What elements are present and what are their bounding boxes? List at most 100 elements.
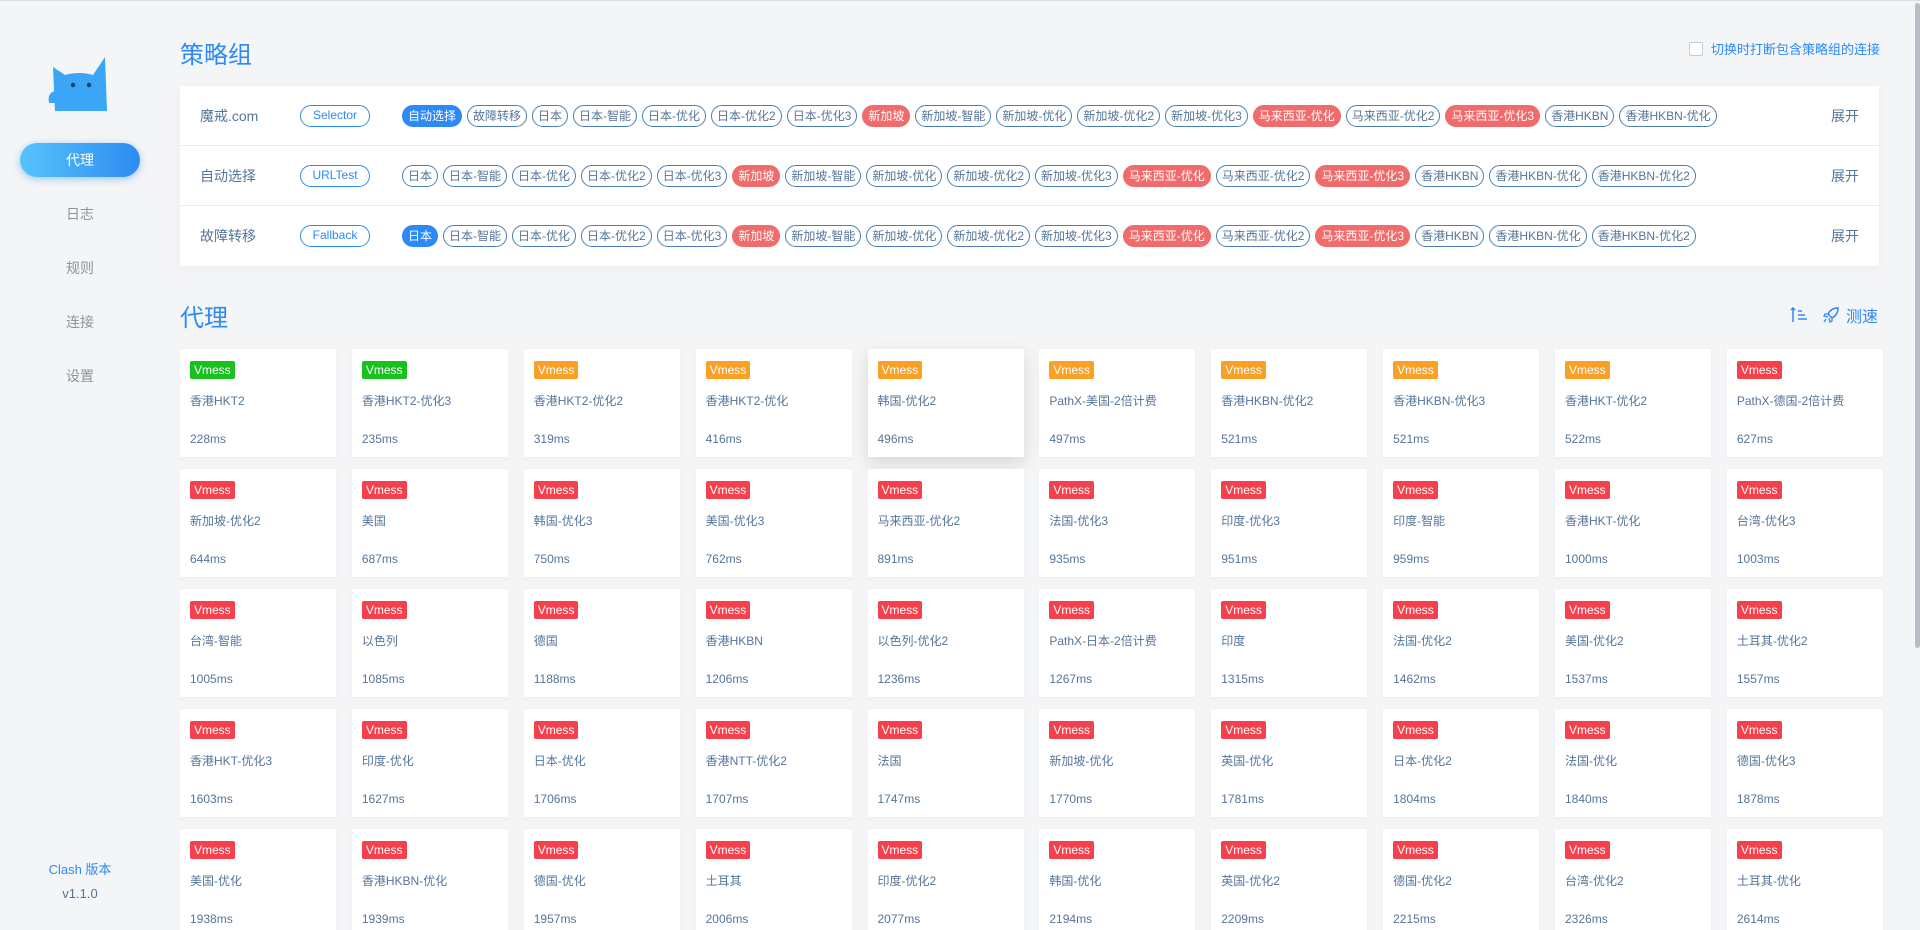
proxy-card[interactable]: Vmess 土耳其-优化 2614ms <box>1726 829 1883 930</box>
proxy-card[interactable]: Vmess 韩国-优化3 750ms <box>523 469 680 577</box>
scrollbar-thumb[interactable] <box>1915 3 1920 648</box>
proxy-card[interactable]: Vmess 德国 1188ms <box>523 589 680 697</box>
proxy-card[interactable]: Vmess 印度-优化 1627ms <box>351 709 508 817</box>
group-proxy-tag[interactable]: 新加坡 <box>732 164 781 187</box>
nav-connections[interactable]: 连接 <box>20 305 140 339</box>
proxy-card[interactable]: Vmess 以色列-优化2 1236ms <box>867 589 1024 697</box>
proxy-card[interactable]: Vmess 土耳其 2006ms <box>695 829 852 930</box>
proxy-card[interactable]: Vmess 台湾-优化3 1003ms <box>1726 469 1883 577</box>
group-proxy-tag[interactable]: 马来西亚-优化3 <box>1315 164 1411 187</box>
group-proxy-tag[interactable]: 日本-智能 <box>443 164 508 187</box>
proxy-card[interactable]: Vmess 美国-优化3 762ms <box>695 469 852 577</box>
proxy-card[interactable]: Vmess 日本-优化 1706ms <box>523 709 680 817</box>
proxy-card[interactable]: Vmess 新加坡-优化 1770ms <box>1039 709 1196 817</box>
group-proxy-tag[interactable]: 日本-优化 <box>642 104 707 127</box>
proxy-card[interactable]: Vmess 香港HKT2-优化2 319ms <box>523 349 680 457</box>
group-proxy-tag[interactable]: 新加坡-优化 <box>996 104 1073 127</box>
group-proxy-tag[interactable]: 香港HKBN <box>1545 104 1615 127</box>
proxy-card[interactable]: Vmess PathX-日本-2倍计费 1267ms <box>1039 589 1196 697</box>
expand-button[interactable]: 展开 <box>1831 226 1859 246</box>
group-proxy-tag[interactable]: 香港HKBN <box>1415 225 1485 247</box>
proxy-card[interactable]: Vmess 法国-优化2 1462ms <box>1383 589 1540 697</box>
proxy-card[interactable]: Vmess 香港HKT-优化2 522ms <box>1555 349 1711 457</box>
group-proxy-tag[interactable]: 日本 <box>402 164 439 187</box>
proxy-card[interactable]: Vmess 韩国-优化 2194ms <box>1039 829 1196 930</box>
group-proxy-tag[interactable]: 日本 <box>532 104 569 127</box>
group-proxy-tag[interactable]: 日本-优化3 <box>656 225 728 247</box>
proxy-card[interactable]: Vmess 以色列 1085ms <box>351 589 508 697</box>
proxy-card[interactable]: Vmess 印度-优化3 951ms <box>1211 469 1368 577</box>
group-proxy-tag[interactable]: 新加坡-智能 <box>785 225 862 247</box>
group-proxy-tag[interactable]: 新加坡-优化3 <box>1035 164 1118 187</box>
proxy-card[interactable]: Vmess 香港HKBN-优化3 521ms <box>1383 349 1540 457</box>
proxy-card[interactable]: Vmess 韩国-优化2 496ms <box>867 349 1024 457</box>
proxy-card[interactable]: Vmess 印度 1315ms <box>1211 589 1368 697</box>
group-proxy-tag[interactable]: 日本-优化2 <box>581 164 652 187</box>
group-proxy-tag[interactable]: 新加坡-优化3 <box>1035 225 1118 247</box>
proxy-card[interactable]: Vmess 印度-智能 959ms <box>1383 469 1540 577</box>
speed-test-button[interactable]: 测速 <box>1822 303 1878 327</box>
proxy-card[interactable]: Vmess 香港HKBN-优化 1939ms <box>351 829 508 930</box>
group-proxy-tag[interactable]: 新加坡-优化 <box>866 164 943 187</box>
proxy-card[interactable]: Vmess 香港HKT-优化 1000ms <box>1555 469 1711 577</box>
group-proxy-tag[interactable]: 新加坡-优化 <box>866 225 943 247</box>
group-proxy-tag[interactable]: 新加坡-优化2 <box>1077 104 1161 127</box>
group-proxy-tag[interactable]: 日本 <box>402 225 439 247</box>
group-proxy-tag[interactable]: 马来西亚-优化2 <box>1215 164 1311 187</box>
group-proxy-tag[interactable]: 日本-优化 <box>512 164 577 187</box>
group-proxy-tag[interactable]: 新加坡-智能 <box>785 164 862 187</box>
group-proxy-tag[interactable]: 自动选择 <box>402 104 463 127</box>
group-proxy-tag[interactable]: 马来西亚-优化 <box>1122 225 1211 247</box>
group-proxy-tag[interactable]: 日本-优化 <box>512 225 577 247</box>
proxy-card[interactable]: Vmess 香港HKT-优化3 1603ms <box>180 709 336 817</box>
group-proxy-tag[interactable]: 新加坡-优化2 <box>947 225 1031 247</box>
group-proxy-tag[interactable]: 马来西亚-优化3 <box>1445 104 1541 127</box>
group-proxy-tag[interactable]: 香港HKBN-优化 <box>1489 225 1587 247</box>
proxy-card[interactable]: Vmess 英国-优化 1781ms <box>1211 709 1368 817</box>
group-proxy-tag[interactable]: 香港HKBN-优化2 <box>1591 225 1696 247</box>
proxy-card[interactable]: Vmess 美国-优化2 1537ms <box>1555 589 1711 697</box>
group-proxy-tag[interactable]: 日本-优化3 <box>786 104 858 127</box>
group-proxy-tag[interactable]: 香港HKBN <box>1415 164 1485 187</box>
proxy-card[interactable]: Vmess 日本-优化2 1804ms <box>1383 709 1540 817</box>
group-proxy-tag[interactable]: 日本-智能 <box>443 225 508 247</box>
group-proxy-tag[interactable]: 马来西亚-优化 <box>1122 164 1211 187</box>
proxy-card[interactable]: Vmess 英国-优化2 2209ms <box>1211 829 1368 930</box>
group-proxy-tag[interactable]: 马来西亚-优化2 <box>1215 225 1311 247</box>
proxy-card[interactable]: Vmess 法国-优化3 935ms <box>1039 469 1196 577</box>
proxy-card[interactable]: Vmess 香港HKT2-优化 416ms <box>695 349 852 457</box>
proxy-card[interactable]: Vmess 香港HKBN-优化2 521ms <box>1211 349 1368 457</box>
expand-button[interactable]: 展开 <box>1831 106 1859 126</box>
proxy-card[interactable]: Vmess 香港HKT2-优化3 235ms <box>351 349 508 457</box>
proxy-card[interactable]: Vmess 香港HKBN 1206ms <box>695 589 852 697</box>
proxy-card[interactable]: Vmess 香港NTT-优化2 1707ms <box>695 709 852 817</box>
group-proxy-tag[interactable]: 新加坡 <box>862 104 911 127</box>
proxy-card[interactable]: Vmess 香港HKT2 228ms <box>180 349 336 457</box>
scrollbar[interactable] <box>1914 1 1920 930</box>
group-proxy-tag[interactable]: 马来西亚-优化3 <box>1315 225 1411 247</box>
group-proxy-tag[interactable]: 日本-智能 <box>573 104 638 127</box>
sort-button[interactable] <box>1790 307 1808 323</box>
proxy-card[interactable]: Vmess PathX-美国-2倍计费 497ms <box>1039 349 1196 457</box>
break-connections-checkbox[interactable] <box>1688 41 1703 56</box>
proxy-card[interactable]: Vmess 德国-优化3 1878ms <box>1726 709 1883 817</box>
group-proxy-tag[interactable]: 香港HKBN-优化 <box>1489 164 1587 187</box>
proxy-card[interactable]: Vmess PathX-德国-2倍计费 627ms <box>1726 349 1883 457</box>
proxy-card[interactable]: Vmess 印度-优化2 2077ms <box>867 829 1024 930</box>
proxy-card[interactable]: Vmess 土耳其-优化2 1557ms <box>1726 589 1883 697</box>
group-proxy-tag[interactable]: 新加坡-智能 <box>915 104 992 127</box>
proxy-card[interactable]: Vmess 美国 687ms <box>351 469 508 577</box>
nav-proxies[interactable]: 代理 <box>20 143 140 177</box>
group-proxy-tag[interactable]: 日本-优化3 <box>656 164 728 187</box>
group-proxy-tag[interactable]: 新加坡-优化2 <box>947 164 1031 187</box>
proxy-card[interactable]: Vmess 德国-优化 1957ms <box>523 829 680 930</box>
group-proxy-tag[interactable]: 故障转移 <box>467 104 528 127</box>
break-connections-option[interactable]: 切换时打断包含策略组的连接 <box>1688 39 1880 58</box>
group-proxy-tag[interactable]: 香港HKBN-优化 <box>1619 104 1717 127</box>
group-proxy-tag[interactable]: 日本-优化2 <box>711 104 782 127</box>
nav-settings[interactable]: 设置 <box>20 359 140 393</box>
proxy-card[interactable]: Vmess 法国-优化 1840ms <box>1555 709 1711 817</box>
proxy-card[interactable]: Vmess 马来西亚-优化2 891ms <box>867 469 1024 577</box>
group-proxy-tag[interactable]: 马来西亚-优化 <box>1252 104 1341 127</box>
proxy-card[interactable]: Vmess 台湾-优化2 2326ms <box>1555 829 1711 930</box>
